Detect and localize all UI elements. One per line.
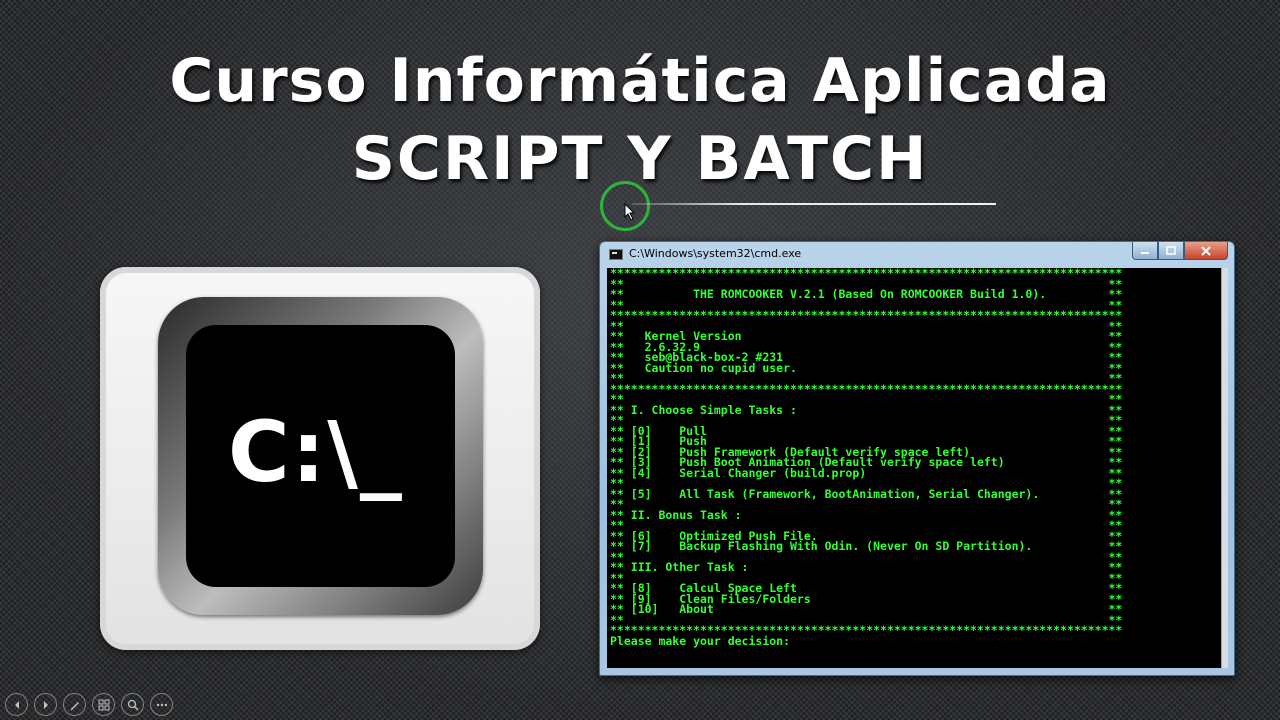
maximize-icon xyxy=(1166,245,1176,255)
cmd-window-title: C:\Windows\system32\cmd.exe xyxy=(629,247,802,260)
arrow-left-icon xyxy=(14,700,19,709)
minimize-button[interactable] xyxy=(1132,242,1158,260)
slide-title: Curso Informática Aplicada xyxy=(169,46,1111,116)
close-button[interactable] xyxy=(1184,242,1228,260)
mouse-cursor-icon xyxy=(624,203,636,221)
key-prompt-text: C:\_ xyxy=(228,403,404,501)
grid-icon xyxy=(98,699,109,710)
next-slide-button[interactable] xyxy=(34,693,57,716)
cmd-window[interactable]: C:\Windows\system32\cmd.exe ************… xyxy=(599,241,1235,676)
console-text: ****************************************… xyxy=(610,268,1122,646)
pen-icon xyxy=(70,701,79,710)
scrollbar[interactable] xyxy=(1221,268,1228,668)
zoom-button[interactable] xyxy=(121,693,144,716)
console-line: Please make your decision: xyxy=(610,633,791,648)
command-prompt-icon: C:\_ xyxy=(186,325,455,587)
minimize-icon xyxy=(1141,251,1149,254)
magnifier-icon xyxy=(127,699,139,711)
underline-decoration xyxy=(632,203,996,205)
key-bezel: C:\_ xyxy=(158,297,483,615)
cmd-icon[interactable] xyxy=(609,249,623,260)
cmd-titlebar[interactable]: C:\Windows\system32\cmd.exe xyxy=(600,242,1234,266)
command-prompt-key-image: C:\_ xyxy=(100,267,540,650)
slideshow-toolbar xyxy=(5,693,173,716)
maximize-button[interactable] xyxy=(1158,242,1184,260)
arrow-right-icon xyxy=(43,700,48,709)
close-icon xyxy=(1201,245,1211,256)
ellipsis-icon xyxy=(156,703,167,706)
console-output[interactable]: ****************************************… xyxy=(607,268,1221,668)
previous-slide-button[interactable] xyxy=(5,693,28,716)
more-options-button[interactable] xyxy=(150,693,173,716)
slide-sorter-button[interactable] xyxy=(92,693,115,716)
slide-subtitle: SCRIPT Y BATCH xyxy=(351,124,929,194)
pen-tool-button[interactable] xyxy=(63,693,86,716)
